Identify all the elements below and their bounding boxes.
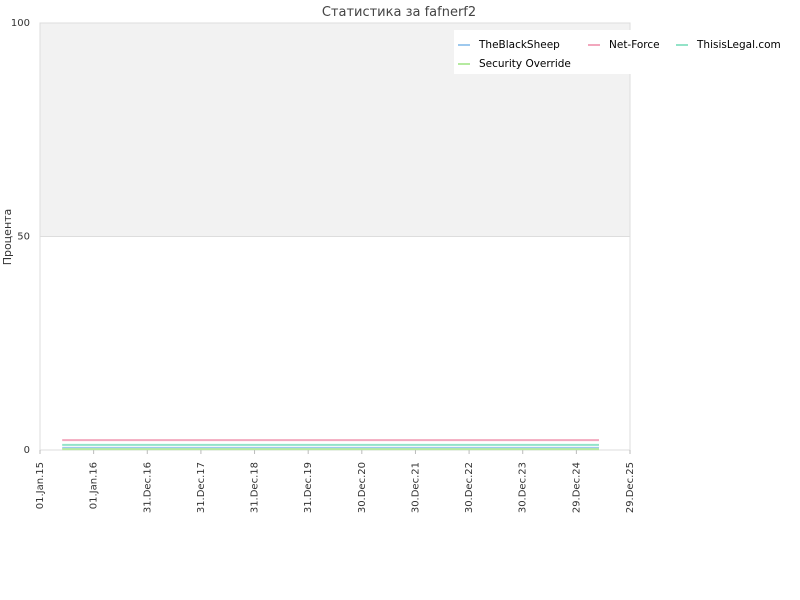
- x-tick-label-11: 29.Dec.25: [625, 462, 636, 513]
- legend-label-3: Security Override: [479, 58, 571, 70]
- y-tick-label-0: 0: [24, 445, 30, 456]
- x-tick-label-9: 30.Dec.23: [518, 462, 529, 513]
- y-tick-label-2: 100: [11, 18, 30, 29]
- chart-title: Статистика за fafnerf2: [322, 5, 476, 20]
- x-tick-label-7: 30.Dec.21: [410, 462, 421, 513]
- x-tick-label-0: 01.Jan.15: [35, 462, 46, 509]
- y-tick-label-1: 50: [17, 232, 30, 243]
- x-tick-label-8: 30.Dec.22: [464, 462, 475, 513]
- legend-label-2: ThisisLegal.com: [696, 39, 781, 51]
- x-tick-label-6: 30.Dec.20: [357, 462, 368, 513]
- y-axis-label: Процента: [1, 209, 14, 266]
- x-tick-label-4: 31.Dec.18: [250, 462, 261, 513]
- x-tick-label-1: 01.Jan.16: [89, 462, 100, 509]
- chart: Статистика за fafnerf2 Процента 0 50 100 01…: [0, 0, 800, 600]
- x-tick-label-5: 31.Dec.19: [303, 462, 314, 513]
- x-tick-label-3: 31.Dec.17: [196, 462, 207, 513]
- legend: TheBlackSheep Net-Force ThisisLegal.com Sec…: [454, 30, 800, 74]
- x-tick-label-10: 29.Dec.24: [571, 462, 582, 513]
- x-tick-label-2: 31.Dec.16: [142, 462, 153, 513]
- legend-label-0: TheBlackSheep: [478, 39, 560, 51]
- legend-label-1: Net-Force: [609, 39, 660, 51]
